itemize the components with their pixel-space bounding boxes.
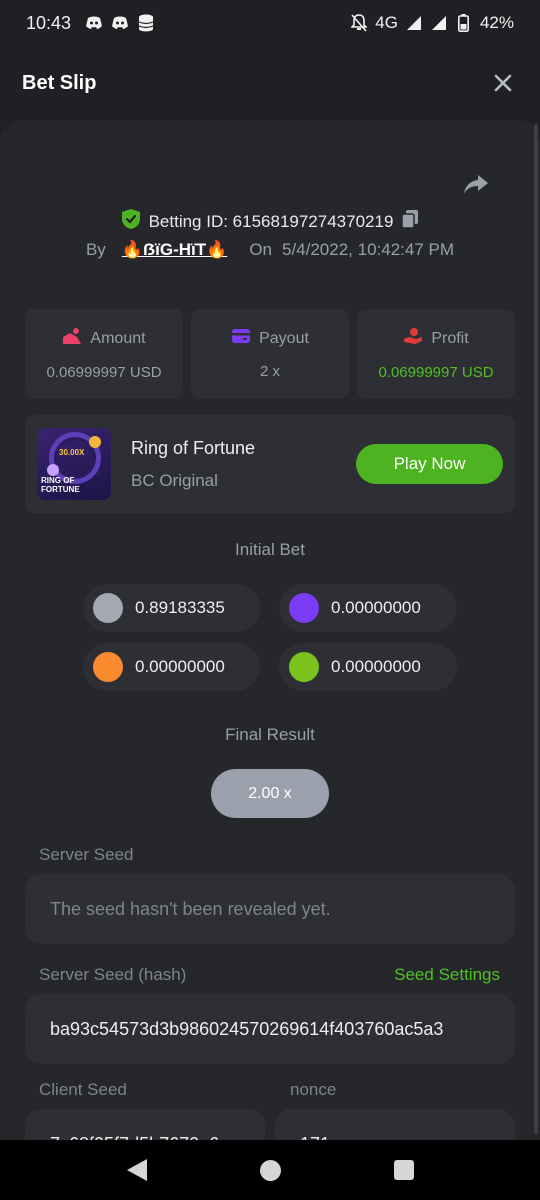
share-icon[interactable] (462, 170, 490, 198)
betting-id-row: Betting ID: 61568197274370219 (0, 208, 540, 235)
nonce-label: nonce (290, 1080, 337, 1099)
payout-label: Payout (259, 329, 309, 347)
copy-icon[interactable] (401, 209, 419, 234)
client-seed-field[interactable]: 7c68f05f7d5b7670e6 (25, 1109, 265, 1140)
game-name: Ring of Fortune (131, 437, 256, 458)
battery-icon (455, 14, 473, 32)
game-thumbnail[interactable]: 30.00X RING OF FORTUNE (37, 428, 111, 500)
chip-value: 0.00000000 (331, 598, 421, 617)
client-seed-label: Client Seed (39, 1080, 127, 1099)
coin-icon (89, 436, 101, 448)
page-title: Bet Slip (22, 71, 97, 94)
home-icon[interactable] (259, 1159, 281, 1181)
back-icon[interactable] (126, 1159, 147, 1181)
betting-id: Betting ID: 61568197274370219 (148, 211, 394, 231)
status-right: 4G 42% (350, 13, 514, 33)
nonce-field[interactable]: 171 (275, 1109, 515, 1140)
system-nav-bar (0, 1140, 540, 1200)
server-seed-label: Server Seed (39, 845, 134, 864)
status-bar: 10:43 4G 42% (0, 0, 540, 46)
bet-slip-header: Bet Slip (0, 46, 540, 120)
game-info: Ring of Fortune BC Original (131, 438, 255, 491)
bet-chip: 0.89183335 (83, 584, 260, 632)
bet-stats: Amount 0.06999997 USD Payout 2 x Profit … (25, 309, 515, 399)
coin-icon (289, 652, 319, 682)
scrollbar[interactable] (534, 124, 538, 1134)
discord-icon (111, 14, 129, 32)
bet-timestamp: 5/4/2022, 10:42:47 PM (282, 240, 455, 259)
play-now-button[interactable]: Play Now (356, 444, 503, 484)
profit-card: Profit 0.06999997 USD (357, 309, 515, 399)
close-icon[interactable] (488, 68, 518, 98)
signal-icon (405, 14, 423, 32)
amount-card: Amount 0.06999997 USD (25, 309, 183, 399)
game-card: 30.00X RING OF FORTUNE Ring of Fortune BC… (25, 415, 515, 513)
profit-label: Profit (431, 329, 469, 347)
amount-icon (62, 327, 82, 350)
verified-shield-icon (121, 208, 141, 235)
chip-value: 0.00000000 (331, 657, 421, 676)
on-label: On (249, 240, 272, 259)
payout-value: 2 x (259, 363, 280, 380)
coin-icon (47, 464, 59, 476)
payout-card: Payout 2 x (191, 309, 349, 399)
bell-off-icon (350, 14, 368, 32)
chip-value: 0.89183335 (135, 598, 225, 617)
discord-icon (85, 14, 103, 32)
server-seed-hash-field[interactable]: ba93c54573d3b986024570269614f403760ac5a3 (25, 994, 515, 1064)
server-seed-hash-label: Server Seed (hash) (39, 965, 187, 984)
network-type: 4G (375, 13, 398, 32)
signal-icon (430, 14, 448, 32)
thumb-multiplier: 30.00X (59, 448, 85, 457)
amount-value: 0.06999997 USD (46, 364, 162, 381)
recents-icon[interactable] (393, 1160, 414, 1180)
amount-label: Amount (90, 329, 146, 347)
thumb-title: RING OF FORTUNE (41, 476, 80, 494)
final-result-value: 2.00 x (211, 769, 329, 818)
status-time: 10:43 (26, 12, 72, 33)
bet-chip: 0.00000000 (279, 584, 457, 632)
coin-icon (289, 593, 319, 623)
by-label: By (85, 240, 106, 259)
seed-settings-link[interactable]: Seed Settings (394, 965, 500, 985)
bet-chip: 0.00000000 (279, 643, 457, 691)
chip-value: 0.00000000 (135, 657, 225, 676)
coin-icon (93, 652, 123, 682)
bet-meta-row: By 🔥ẞïG-HïT🔥 On 5/4/2022, 10:42:47 PM (0, 240, 540, 260)
bet-chip: 0.00000000 (83, 643, 260, 691)
profit-value: 0.06999997 USD (378, 364, 494, 381)
username-link[interactable]: 🔥ẞïG-HïT🔥 (122, 240, 228, 260)
status-left-icons (85, 14, 155, 32)
wallet-icon (231, 328, 251, 349)
profit-icon (403, 327, 423, 350)
final-result-title: Final Result (225, 725, 315, 744)
database-icon (137, 14, 155, 32)
server-seed-field: The seed hasn't been revealed yet. (25, 874, 515, 944)
bet-slip-sheet[interactable]: Betting ID: 61568197274370219 By 🔥ẞïG-Hï… (0, 120, 540, 1140)
coin-icon (93, 593, 123, 623)
battery-percent: 42% (479, 13, 514, 32)
initial-bet-title: Initial Bet (235, 540, 305, 559)
game-provider: BC Original (131, 470, 218, 490)
